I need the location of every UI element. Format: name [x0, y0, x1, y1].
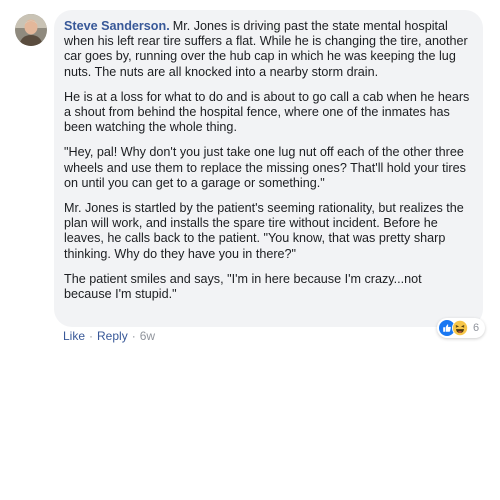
comment-paragraph: Steve Sanderson. Mr. Jones is driving pas… — [64, 19, 471, 80]
haha-icon — [452, 320, 468, 336]
reactions-summary[interactable]: 6 — [437, 318, 486, 338]
comment-actions: Like · Reply · 6w — [63, 329, 155, 343]
avatar[interactable] — [15, 14, 47, 46]
like-button[interactable]: Like — [63, 329, 85, 343]
reaction-count: 6 — [473, 322, 480, 334]
separator: · — [89, 329, 94, 343]
comment-bubble: Steve Sanderson. Mr. Jones is driving pas… — [54, 10, 483, 327]
author-name[interactable]: Steve Sanderson. — [64, 19, 170, 33]
timestamp[interactable]: 6w — [140, 329, 155, 343]
reply-button[interactable]: Reply — [97, 329, 128, 343]
comment-paragraph: He is at a loss for what to do and is ab… — [64, 89, 470, 135]
comment-paragraph: "Hey, pal! Why don't you just take one l… — [64, 145, 466, 190]
comment-paragraph: Mr. Jones is startled by the patient's s… — [64, 201, 464, 261]
comment-paragraph: The patient smiles and says, "I'm in her… — [64, 271, 422, 302]
separator: · — [131, 329, 136, 343]
